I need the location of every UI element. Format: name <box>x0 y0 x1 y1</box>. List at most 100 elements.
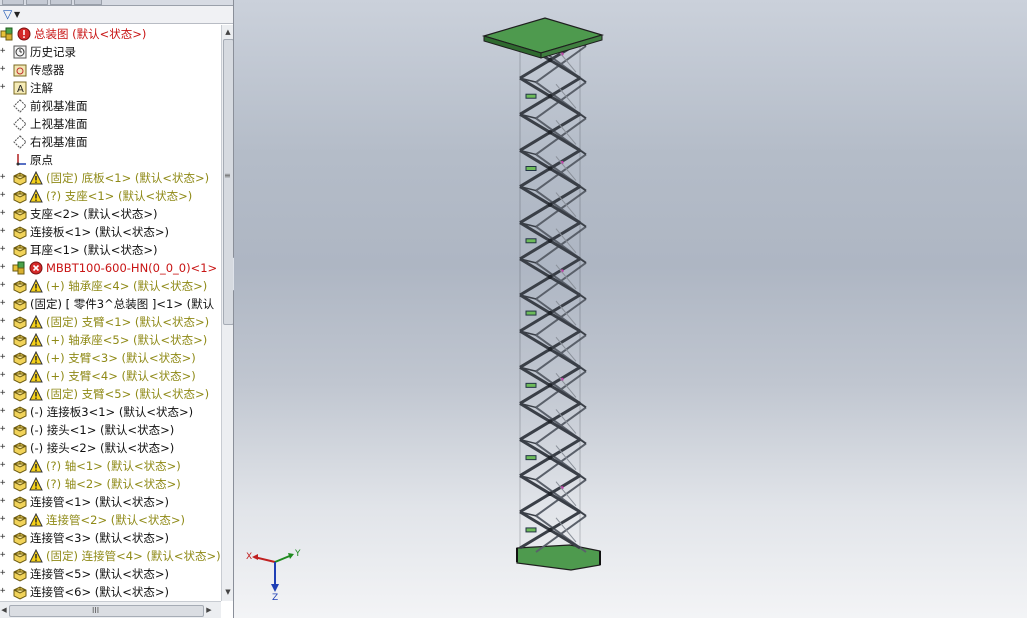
warning-icon <box>29 386 45 403</box>
tree-item[interactable]: + 连接管<1> (默认<状态>) <box>0 493 221 511</box>
tree-item[interactable]: + (固定) 底板<1> (默认<状态>) <box>0 169 221 187</box>
tree-item[interactable]: + 连接管<3> (默认<状态>) <box>0 529 221 547</box>
expand-icon[interactable]: + <box>0 407 6 416</box>
tree-item[interactable]: + (固定) [ 零件3^总装图 ]<1> (默认 <box>0 295 221 313</box>
pivot-pin <box>547 383 553 388</box>
expand-icon[interactable]: + <box>0 173 6 182</box>
expand-icon[interactable]: + <box>0 83 6 92</box>
tree-item[interactable]: + (-) 连接板3<1> (默认<状态>) <box>0 403 221 421</box>
feature-tree: 总装图 (默认<状态>) + 历史记录 + 传感器 + A 注解 前视基准面 上视基准面 右视基准面… <box>0 25 221 601</box>
tree-item-label: (固定) 支臂<1> (默认<状态>) <box>46 315 210 329</box>
horizontal-scrollbar[interactable]: ◀ III ▶ <box>0 601 221 618</box>
pivot-pin <box>547 274 553 280</box>
scroll-grip-icon: ≡ <box>224 171 231 180</box>
expand-icon[interactable] <box>0 120 6 127</box>
part-icon <box>12 278 28 294</box>
expand-icon[interactable]: + <box>0 461 6 470</box>
tree-item[interactable]: + (+) 支臂<4> (默认<状态>) <box>0 367 221 385</box>
scroll-left-arrow[interactable]: ◀ <box>0 605 8 615</box>
tree-item[interactable]: + 支座<2> (默认<状态>) <box>0 205 221 223</box>
scroll-right-arrow[interactable]: ▶ <box>205 605 213 615</box>
tab-feature-manager[interactable] <box>2 0 24 5</box>
tree-item[interactable]: 上视基准面 <box>0 115 221 133</box>
expand-icon[interactable]: + <box>0 533 6 542</box>
tree-item[interactable]: + 连接管<2> (默认<状态>) <box>0 511 221 529</box>
part-icon <box>12 350 28 366</box>
expand-icon[interactable] <box>0 156 6 163</box>
tree-item[interactable]: + 连接板<1> (默认<状态>) <box>0 223 221 241</box>
tree-item[interactable]: + (+) 支臂<3> (默认<状态>) <box>0 349 221 367</box>
tree-item[interactable]: + (-) 接头<2> (默认<状态>) <box>0 439 221 457</box>
tree-root[interactable]: 总装图 (默认<状态>) <box>0 25 221 43</box>
tree-item[interactable]: + (固定) 连接管<4> (默认<状态>) <box>0 547 221 565</box>
expand-icon[interactable]: + <box>0 245 6 254</box>
tab-configuration-manager[interactable] <box>50 0 72 5</box>
part-icon <box>12 476 28 492</box>
warning-icon <box>29 476 45 493</box>
expand-icon[interactable]: + <box>0 389 6 398</box>
tree-item[interactable]: + (-) 接头<1> (默认<状态>) <box>0 421 221 439</box>
tree-item[interactable]: + 耳座<1> (默认<状态>) <box>0 241 221 259</box>
expand-icon[interactable]: + <box>0 263 6 272</box>
expand-icon[interactable]: + <box>0 443 6 452</box>
vertical-scrollbar[interactable]: ▲ ≡ ▼ <box>221 25 233 601</box>
tree-item[interactable]: + (+) 轴承座<4> (默认<状态>) <box>0 277 221 295</box>
expand-icon[interactable]: + <box>0 227 6 236</box>
expand-icon[interactable]: + <box>0 191 6 200</box>
expand-icon[interactable]: + <box>0 479 6 488</box>
expand-icon[interactable]: + <box>0 317 6 326</box>
part-icon <box>12 512 28 528</box>
expand-icon[interactable]: + <box>0 209 6 218</box>
expand-icon[interactable]: + <box>0 65 6 74</box>
expand-icon[interactable] <box>0 138 6 145</box>
expand-icon[interactable]: + <box>0 551 6 560</box>
expand-icon[interactable]: + <box>0 425 6 434</box>
graphics-area[interactable] <box>234 0 1027 618</box>
part-icon <box>12 404 28 420</box>
part-icon <box>12 188 28 204</box>
tree-item[interactable]: 前视基准面 <box>0 97 221 115</box>
tree-item[interactable]: 原点 <box>0 151 221 169</box>
connector-plate <box>525 238 537 244</box>
tree-item[interactable]: + MBBT100-600-HN(0_0_0)<1> <box>0 259 221 277</box>
expand-icon[interactable]: + <box>0 515 6 524</box>
expand-icon[interactable]: + <box>0 353 6 362</box>
plane-icon <box>12 116 28 132</box>
expand-icon[interactable]: + <box>0 587 6 596</box>
pivot-pin <box>547 527 553 533</box>
expand-icon[interactable]: + <box>0 47 6 56</box>
scroll-up-arrow[interactable]: ▲ <box>224 27 232 37</box>
z-axis-label: Z <box>272 593 278 602</box>
tree-item[interactable]: + 历史记录 <box>0 43 221 61</box>
scroll-down-arrow[interactable]: ▼ <box>224 587 232 597</box>
sensor-icon <box>12 62 28 78</box>
horizontal-scroll-thumb[interactable]: III <box>9 605 204 617</box>
tab-property-manager[interactable] <box>26 0 48 5</box>
tree-item[interactable]: + 连接管<5> (默认<状态>) <box>0 565 221 583</box>
tree-item[interactable]: + (+) 轴承座<5> (默认<状态>) <box>0 331 221 349</box>
expand-icon[interactable]: + <box>0 371 6 380</box>
expand-icon[interactable]: + <box>0 299 6 308</box>
tree-item[interactable]: + 连接管<6> (默认<状态>) <box>0 583 221 601</box>
expand-icon[interactable]: + <box>0 281 6 290</box>
scissor-lift-model[interactable] <box>234 0 1027 618</box>
plane-icon <box>12 134 28 150</box>
tree-item[interactable]: + (固定) 支臂<5> (默认<状态>) <box>0 385 221 403</box>
tree-item[interactable]: + (?) 支座<1> (默认<状态>) <box>0 187 221 205</box>
tree-item-label: 注解 <box>30 81 53 95</box>
expand-icon[interactable] <box>0 102 6 109</box>
pivot-pin <box>547 202 553 207</box>
expand-icon[interactable]: + <box>0 335 6 344</box>
tree-item[interactable]: + (?) 轴<1> (默认<状态>) <box>0 457 221 475</box>
tree-item[interactable]: + 传感器 <box>0 61 221 79</box>
expand-icon[interactable]: + <box>0 569 6 578</box>
expand-icon[interactable]: + <box>0 497 6 506</box>
tab-display-manager[interactable] <box>74 0 102 5</box>
tree-item[interactable]: + (?) 轴<2> (默认<状态>) <box>0 475 221 493</box>
chevron-down-icon[interactable]: ▼ <box>14 8 20 21</box>
tree-item[interactable]: 右视基准面 <box>0 133 221 151</box>
tree-item[interactable]: + (固定) 支臂<1> (默认<状态>) <box>0 313 221 331</box>
tree-item-label: 耳座<1> (默认<状态>) <box>30 243 158 257</box>
tree-item[interactable]: + A 注解 <box>0 79 221 97</box>
pivot-pin <box>547 419 553 424</box>
